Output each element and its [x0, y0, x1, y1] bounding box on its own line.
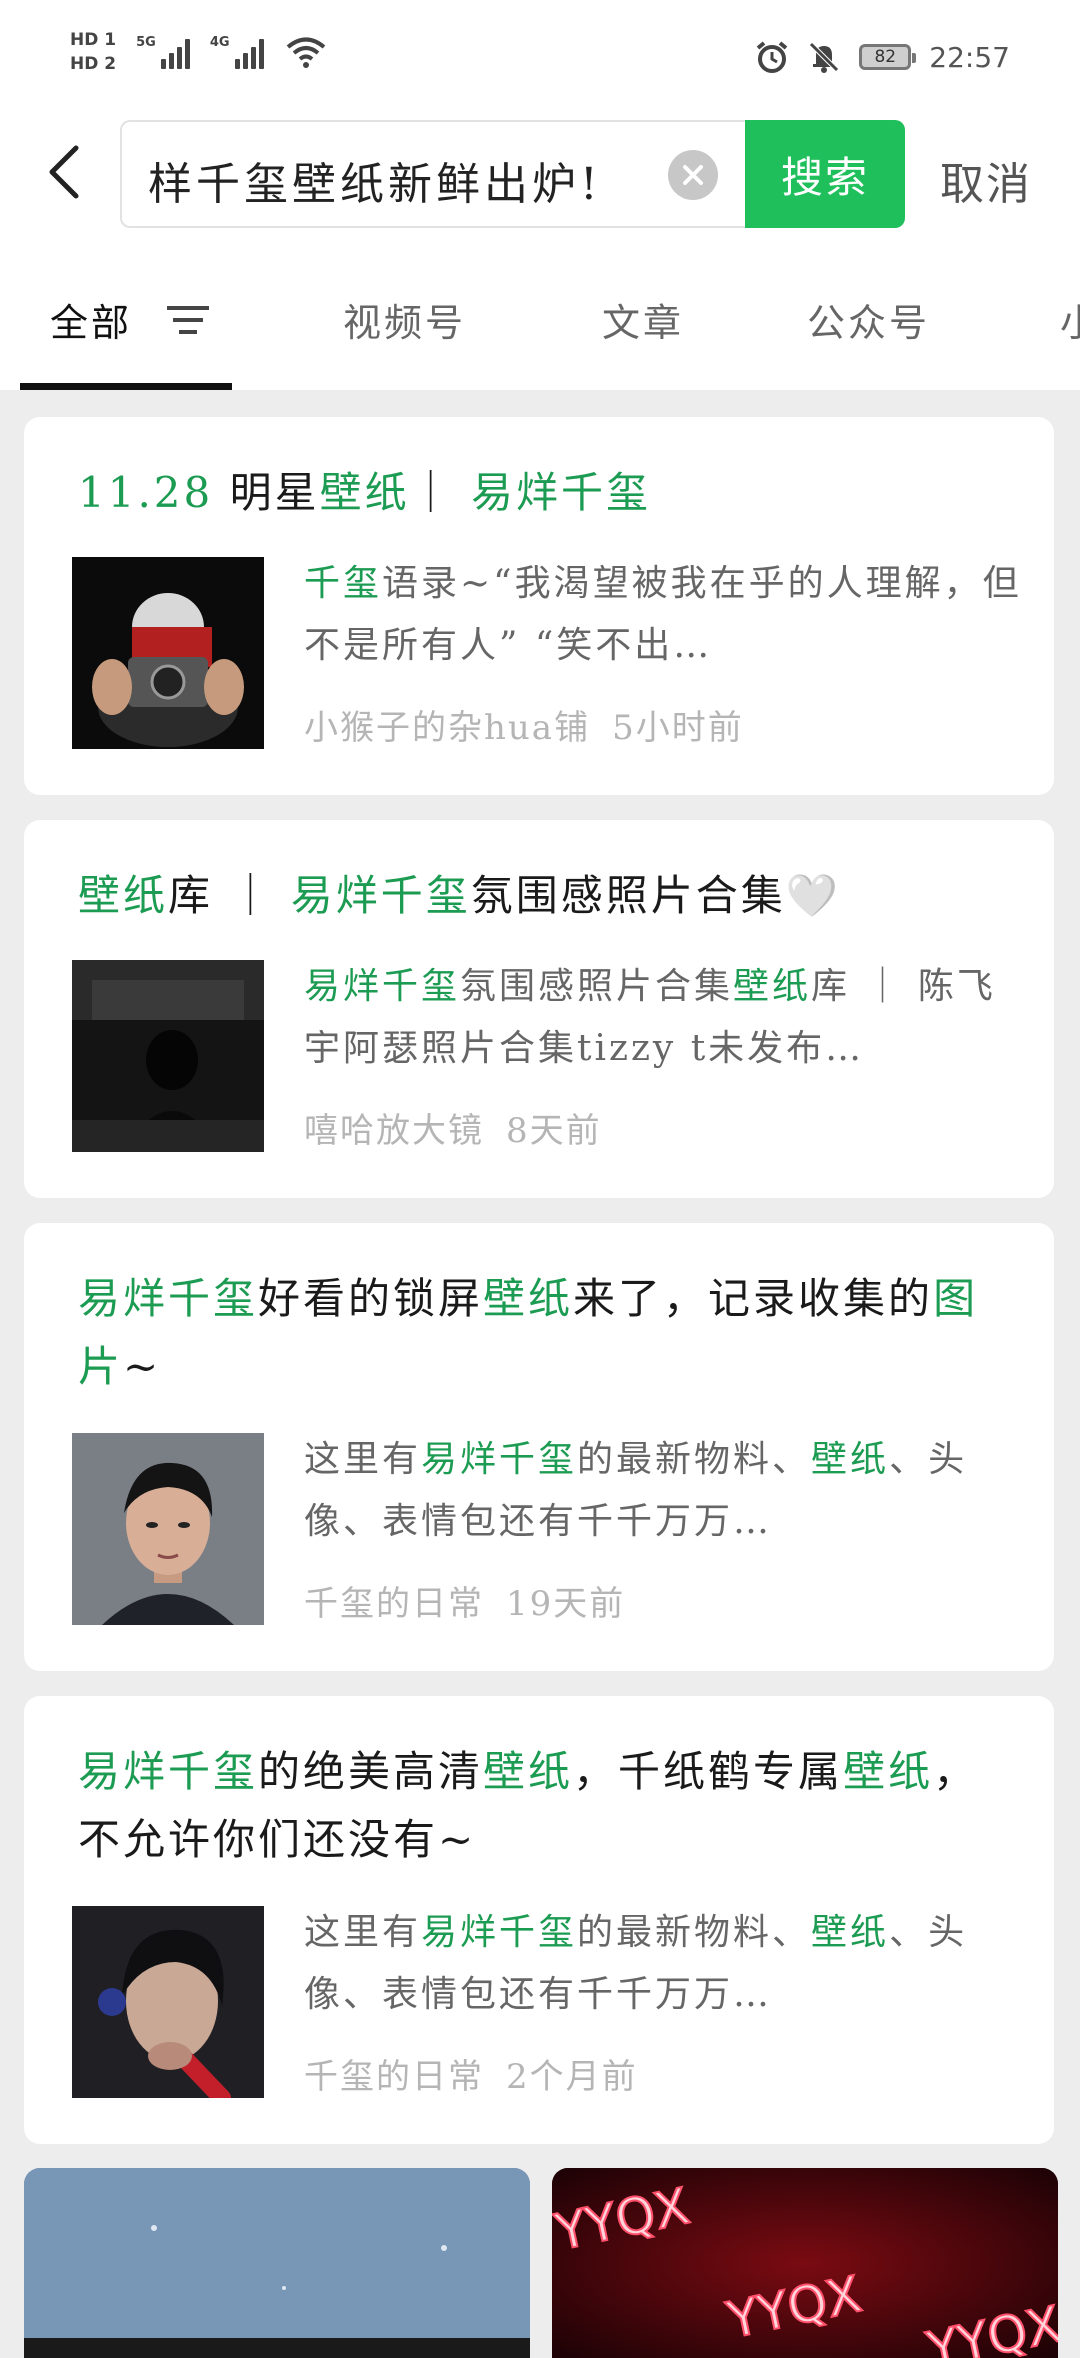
text-fragment: 这里有 [304, 1912, 422, 1953]
filter-icon[interactable] [165, 302, 211, 338]
signal-4g-icon: 4G [210, 35, 264, 69]
back-button[interactable] [32, 140, 96, 204]
result-card[interactable]: 11.28 明星壁纸｜ 易烊千玺 千玺语录~“我渴望被我在乎的人理解，但不是所有… [24, 417, 1054, 795]
battery-icon: 82 [859, 44, 917, 70]
result-tabs: 全部 视频号 文章 公众号 小 [0, 250, 1080, 390]
publish-time: 19天前 [506, 1584, 626, 1624]
highlighted-keyword: 壁纸 [733, 966, 812, 1007]
text-fragment: 好看的锁屏 [258, 1274, 484, 1323]
text-fragment: 氛围感照片合集 [460, 966, 734, 1007]
text-fragment: 的绝美高清 [258, 1747, 484, 1796]
sim2-label: HD 2 [70, 54, 117, 74]
highlighted-keyword: 壁纸 [483, 1274, 574, 1323]
highlighted-keyword: 易烊千玺 [304, 966, 461, 1007]
text-fragment: ~ [123, 1342, 162, 1391]
highlighted-keyword: 壁纸 [483, 1747, 574, 1796]
net1-label: 5G [136, 35, 156, 50]
highlighted-keyword: 易烊千玺 [78, 1274, 259, 1323]
tab-all[interactable]: 全部 [50, 292, 132, 347]
source-name: 小猴子的杂hua铺 [304, 708, 591, 748]
highlighted-keyword: 11.28 [78, 468, 214, 517]
wifi-icon [286, 37, 325, 68]
highlighted-keyword: 千玺 [304, 563, 383, 604]
tab-official-accounts[interactable]: 公众号 [807, 292, 930, 347]
thumbnail [72, 557, 264, 749]
text-fragment: 氛围感照片合集🤍 [470, 871, 842, 920]
text-fragment: 库 ｜ [168, 871, 291, 920]
search-button[interactable]: 搜索 [745, 120, 905, 228]
result-card[interactable]: 易烊千玺好看的锁屏壁纸来了，记录收集的图片~ 这里有易烊千玺的最新物料、壁纸、头… [24, 1223, 1054, 1671]
result-meta: 小猴子的杂hua铺 5小时前 [304, 700, 744, 749]
thumbnail [72, 1906, 264, 2098]
highlighted-keyword: 壁纸 [78, 871, 169, 920]
active-tab-indicator [20, 383, 232, 390]
result-meta: 嘻哈放大镜 8天前 [304, 1103, 602, 1152]
publish-time: 8天前 [506, 1111, 602, 1151]
source-name: 千玺的日常 [304, 1584, 484, 1624]
text-fragment: 来了，记录收集的 [573, 1274, 934, 1323]
text-fragment: 的最新物料、 [577, 1439, 812, 1480]
highlighted-keyword: 壁纸 [319, 468, 410, 517]
highlighted-keyword: 壁纸 [843, 1747, 934, 1796]
result-title: 11.28 明星壁纸｜ 易烊千玺 [78, 459, 1018, 527]
result-summary: 这里有易烊千玺的最新物料、壁纸、头像、表情包还有千千万万… [304, 1902, 1024, 2026]
tab-articles[interactable]: 文章 [602, 292, 684, 347]
thumbnail [72, 960, 264, 1152]
highlighted-keyword: 易烊千玺 [78, 1747, 259, 1796]
publish-time: 5小时前 [612, 708, 744, 748]
text-fragment: ｜ [409, 468, 471, 517]
signal-5g-icon: 5G [136, 35, 190, 69]
result-summary: 这里有易烊千玺的最新物料、壁纸、头像、表情包还有千千万万… [304, 1429, 1024, 1553]
tab-channels[interactable]: 视频号 [343, 292, 466, 347]
highlighted-keyword: 易烊千玺 [421, 1912, 578, 1953]
text-fragment: 这里有 [304, 1439, 422, 1480]
result-card[interactable]: 易烊千玺的绝美高清壁纸，千纸鹤专属壁纸，不允许你们还没有~ 这里有易烊千玺的最新… [24, 1696, 1054, 2144]
search-query: 样千玺壁纸新鲜出炉! [148, 159, 602, 210]
sim1-label: HD 1 [70, 30, 117, 50]
result-title: 壁纸库 ｜ 易烊千玺氛围感照片合集🤍 [78, 862, 1018, 930]
clear-search-button[interactable] [668, 150, 718, 200]
result-summary: 千玺语录~“我渴望被我在乎的人理解，但不是所有人” “笑不出… [304, 553, 1024, 677]
highlighted-keyword: 壁纸 [811, 1439, 890, 1480]
publish-time: 2个月前 [506, 2057, 638, 2097]
clock: 22:57 [929, 40, 1010, 74]
highlighted-keyword: 易烊千玺 [421, 1439, 578, 1480]
text-fragment: ，千纸鹤专属 [573, 1747, 844, 1796]
chevron-left-icon [49, 145, 79, 199]
highlighted-keyword: 壁纸 [811, 1912, 890, 1953]
dual-sim-indicator: HD 1 HD 2 [70, 30, 116, 74]
thumbnail [72, 1433, 264, 1625]
mute-icon [809, 42, 840, 73]
result-card[interactable]: 壁纸库 ｜ 易烊千玺氛围感照片合集🤍 易烊千玺氛围感照片合集壁纸库 ｜ 陈飞宇阿… [24, 820, 1054, 1198]
alarm-icon [757, 41, 788, 73]
highlighted-keyword: 易烊千玺 [290, 871, 471, 920]
search-header: 样千玺壁纸新鲜出炉! 搜索 取消 [0, 120, 1080, 250]
image-card[interactable] [24, 2168, 530, 2358]
highlighted-keyword: 易烊千玺 [470, 468, 651, 517]
result-title: 易烊千玺的绝美高清壁纸，千纸鹤专属壁纸，不允许你们还没有~ [78, 1738, 1018, 1874]
text-fragment: 语录~“我渴望被我在乎的人理解，但不是所有人” “笑不出… [304, 563, 1022, 666]
image-card[interactable]: YYQX YYQX YYQX [552, 2168, 1058, 2358]
cancel-button[interactable]: 取消 [940, 148, 1032, 212]
tab-more[interactable]: 小 [1060, 292, 1080, 347]
result-meta: 千玺的日常 19天前 [304, 1576, 625, 1625]
result-meta: 千玺的日常 2个月前 [304, 2049, 638, 2098]
status-bar: HD 1 HD 2 5G 4G 82 22:57 [0, 0, 1080, 120]
search-input[interactable]: 样千玺壁纸新鲜出炉! [120, 120, 745, 228]
text-fragment: 的最新物料、 [577, 1912, 812, 1953]
result-title: 易烊千玺好看的锁屏壁纸来了，记录收集的图片~ [78, 1265, 1018, 1401]
close-icon [683, 165, 703, 185]
result-summary: 易烊千玺氛围感照片合集壁纸库 ｜ 陈飞宇阿瑟照片合集tizzy t未发布… [304, 956, 1024, 1080]
source-name: 千玺的日常 [304, 2057, 484, 2097]
source-name: 嘻哈放大镜 [304, 1111, 484, 1151]
battery-level: 82 [874, 47, 897, 67]
text-fragment: 明星 [213, 468, 320, 517]
net2-label: 4G [209, 35, 230, 50]
